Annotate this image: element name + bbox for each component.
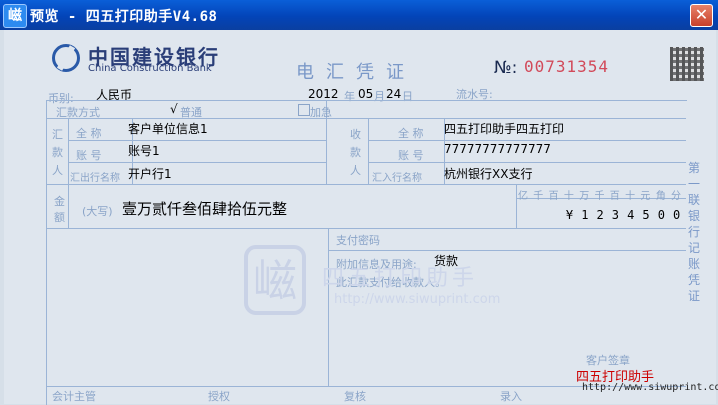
- payer-name-label: 全 称: [76, 127, 102, 140]
- footer-entry: 录入: [500, 390, 522, 403]
- payer-group-label: 汇款人: [52, 128, 63, 177]
- payee-bank: 杭州银行XX支行: [444, 167, 533, 181]
- method-label: 汇款方式: [56, 106, 100, 119]
- bg-watermark-url: http://www.siwuprint.com: [334, 292, 501, 307]
- serial-number: 00731354: [524, 57, 610, 76]
- amount-digit-cell: 4: [627, 208, 635, 222]
- date-day: 24: [386, 87, 402, 101]
- copy-side-label: 第一联 银行记账凭证: [687, 161, 700, 303]
- amount-unit-cell: 十: [625, 191, 636, 202]
- bg-watermark-text: 四五打印助手: [322, 266, 479, 291]
- watermark-url: http://www.siwuprint.com: [582, 382, 718, 393]
- payee-bank-label: 汇入行名称: [372, 173, 422, 184]
- amount-unit-cell: 万: [579, 191, 590, 202]
- app-icon: 嵫: [3, 4, 27, 28]
- pay-password-label: 支付密码: [336, 234, 380, 247]
- amount-group-label: 金额: [54, 195, 65, 224]
- window-title: 预览 - 四五打印助手V4.68: [30, 9, 218, 25]
- amount-unit-cell: 百: [548, 191, 559, 202]
- method-urgent-label: 加急: [310, 106, 332, 119]
- date-month: 05: [358, 87, 374, 101]
- amount-digit-cell: 0: [673, 208, 681, 222]
- amount-digit-cell: ¥: [565, 208, 574, 222]
- close-button[interactable]: ✕: [690, 4, 713, 27]
- payee-account-label: 账 号: [398, 149, 424, 162]
- payee-name-label: 全 称: [398, 127, 424, 140]
- amount-unit-cell: 百: [609, 191, 620, 202]
- method-normal-label: 普通: [180, 106, 202, 119]
- footer-supervisor: 会计主管: [52, 390, 96, 403]
- title-bar: 嵫 预览 - 四五打印助手V4.68 ✕: [0, 0, 718, 30]
- payee-name: 四五打印助手四五打印: [444, 122, 565, 136]
- amount-unit-cell: 千: [533, 191, 544, 202]
- bank-name-en: China Construction Bank: [88, 63, 212, 74]
- amount-digit-cell: 5: [642, 208, 650, 222]
- amount-digit-cell: 0: [657, 208, 665, 222]
- qr-code-icon: [670, 47, 704, 81]
- bank-logo-icon: [52, 44, 80, 72]
- amount-unit-cell: 角: [655, 191, 666, 202]
- payee-account: 77777777777777: [444, 142, 551, 156]
- footer-auth: 授权: [208, 390, 230, 403]
- serial-label: №:: [494, 58, 518, 78]
- amount-unit-cell: 十: [563, 191, 574, 202]
- method-urgent-checkbox[interactable]: [298, 104, 310, 116]
- amount-caps-label: (大写): [82, 205, 113, 218]
- amount-unit-cell: 元: [640, 191, 651, 202]
- voucher-title: 电汇凭证: [296, 62, 416, 83]
- amount-digit-cell: 3: [611, 208, 620, 222]
- amount-unit-cell: 分: [671, 191, 681, 202]
- amount-unit-cell: 亿: [518, 191, 528, 202]
- amount-caps: 壹万贰仟叁佰肆拾伍元整: [122, 200, 288, 218]
- amount-unit-cell: 千: [594, 191, 605, 202]
- method-normal-check[interactable]: √: [170, 102, 178, 116]
- payee-group-label: 收款人: [350, 128, 361, 177]
- payer-name: 客户单位信息1: [128, 122, 208, 136]
- footer-review: 复核: [344, 390, 366, 403]
- voucher: 中国建设银行 China Construction Bank 电汇凭证 №: 0…: [4, 30, 718, 405]
- date-year: 2012: [308, 87, 339, 101]
- payer-account-label: 账 号: [76, 149, 102, 162]
- payer-account: 账号1: [128, 144, 160, 158]
- payer-bank-label: 汇出行名称: [70, 173, 120, 184]
- payer-bank: 开户行1: [128, 167, 172, 181]
- amount-digit-cell: 2: [596, 208, 604, 222]
- watermark-logo-icon: 嵫: [244, 245, 306, 315]
- amount-digit-cell: 1: [581, 208, 589, 222]
